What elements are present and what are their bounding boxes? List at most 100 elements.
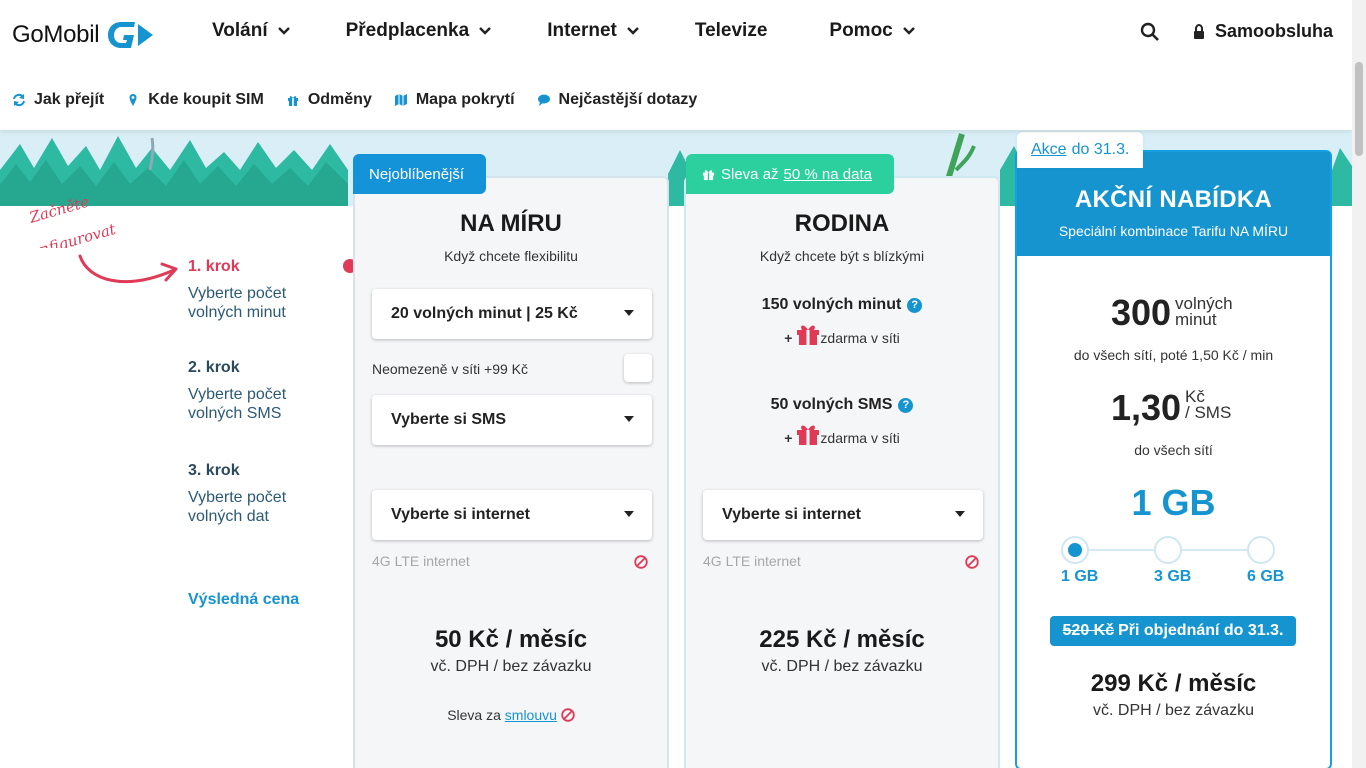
internet-select[interactable]: Vyberte si internet <box>703 490 983 540</box>
plan-card-na-miru: NA MÍRU Když chcete flexibilitu 20 volný… <box>353 176 669 768</box>
map-pin-icon <box>129 94 137 106</box>
subnav-label: Kde koupit SIM <box>148 91 264 108</box>
plus-sign: + <box>784 430 793 446</box>
old-price: 520 Kč <box>1062 622 1115 639</box>
page-scrollbar[interactable] <box>1352 0 1366 768</box>
promo-text: Při objednání do 31.3. <box>1118 622 1284 639</box>
nav-label: Internet <box>547 20 617 41</box>
plan-price: 225 Kč / měsíc <box>759 626 925 653</box>
step-3: 3. krok Vyberte počet volných dat <box>188 462 286 526</box>
subnav-item-jak-prejit[interactable]: Jak přejít <box>12 91 104 109</box>
price-vat-note: vč. DPH / bez závazku <box>1093 702 1254 719</box>
plan-price: 50 Kč / měsíc <box>434 626 588 653</box>
subnav-label: Jak přejít <box>34 91 105 108</box>
sms-price: 1,30 <box>1111 387 1182 428</box>
logo-mark-icon <box>108 22 154 48</box>
caret-down-icon <box>624 416 634 422</box>
unlimited-label: Neomezeně v síti +99 Kč <box>372 361 529 377</box>
step-desc: Vyberte počet volných SMS <box>188 385 286 423</box>
step-desc-line: volných SMS <box>188 405 282 422</box>
select-value: Vyberte si internet <box>722 506 862 523</box>
logo-text: GoMobil <box>12 21 100 48</box>
contract-label: Sleva za <box>447 707 501 723</box>
plan-card-rodina: RODINA Když chcete být s blízkými 150 vo… <box>684 176 1000 768</box>
minutes-select[interactable]: 20 volných minut | 25 Kč <box>372 289 652 339</box>
price-vat-note: vč. DPH / bez závazku <box>430 658 592 675</box>
select-value: Vyberte si internet <box>391 506 531 523</box>
plan-card-akcni-nabidka: AKČNÍ NABÍDKA Speciální kombinace Tarifu… <box>1015 150 1332 768</box>
tag-label: Sleva až <box>721 165 779 183</box>
refresh-icon <box>13 93 25 107</box>
gift-icon <box>287 96 298 106</box>
subnav-label: Odměny <box>307 91 372 108</box>
data-discount-link[interactable]: 50 % na data <box>784 166 872 183</box>
selfcare-label: Samoobsluha <box>1215 21 1334 41</box>
minutes-unit: volných minut <box>1175 295 1233 328</box>
select-value: Vyberte si SMS <box>391 411 507 428</box>
help-icon[interactable]: ? <box>907 297 923 313</box>
subnav-item-odmeny[interactable]: Odměny <box>286 91 372 109</box>
selfcare-link[interactable]: Samoobsluha <box>1193 21 1333 42</box>
unlimited-checkbox[interactable] <box>624 354 652 382</box>
contract-link[interactable]: smlouvu <box>505 707 557 723</box>
not-available-icon <box>965 555 979 569</box>
not-available-icon <box>634 555 648 569</box>
step-desc-line: Vyberte počet <box>188 285 287 302</box>
main-nav: Volání Předplacenka Internet Televize Po… <box>212 20 971 42</box>
subnav-label: Nejčastější dotazy <box>558 91 698 108</box>
step-desc-line: volných minut <box>188 304 286 321</box>
unit-line: / SMS <box>1185 403 1232 422</box>
internet-select[interactable]: Vyberte si internet <box>372 490 652 540</box>
plan-title: RODINA <box>794 210 890 237</box>
contract-discount: Sleva za smlouvu <box>355 707 667 723</box>
chevron-down-icon <box>277 27 290 35</box>
nav-item-predplacenka[interactable]: Předplacenka <box>346 20 492 42</box>
step-title: 1. krok <box>188 258 240 275</box>
data-option-3gb[interactable] <box>1154 536 1182 564</box>
step-title: 3. krok <box>188 462 240 479</box>
chevron-down-icon <box>479 27 492 35</box>
gift-icon <box>797 425 820 445</box>
nav-item-internet[interactable]: Internet <box>547 20 639 42</box>
subnav-label: Mapa pokrytí <box>415 91 515 108</box>
sms-select[interactable]: Vyberte si SMS <box>372 395 652 445</box>
minutes-note: do všech sítí, poté 1,50 Kč / min <box>1073 347 1274 363</box>
lte-label: 4G LTE internet <box>372 553 470 569</box>
configure-hint-label: Začněte konfigurovat <box>20 192 119 248</box>
chevron-down-icon <box>902 27 915 35</box>
sms-included: 50 volných SMS ? <box>686 396 998 414</box>
promo-badge: 520 Kč Při objednání do 31.3. <box>1050 616 1296 646</box>
most-popular-tag: Nejoblíbenější <box>353 154 486 194</box>
plan-title: NA MÍRU <box>460 210 562 237</box>
subnav-item-mapa-pokryti[interactable]: Mapa pokrytí <box>394 91 515 109</box>
caret-down-icon <box>624 511 634 517</box>
lock-icon <box>1194 23 1204 39</box>
free-in-network-minutes: + zdarma v síti <box>686 325 998 350</box>
logo[interactable]: GoMobil <box>12 18 155 52</box>
step-2: 2. krok Vyberte počet volných SMS <box>188 359 286 423</box>
sms-label: 50 volných SMS <box>770 396 893 413</box>
promo-link[interactable]: Akce <box>1031 141 1067 159</box>
price-vat-note: vč. DPH / bez závazku <box>761 658 923 675</box>
nav-item-pomoc[interactable]: Pomoc <box>829 20 915 42</box>
subnav-item-kde-koupit-sim[interactable]: Kde koupit SIM <box>126 91 264 109</box>
search-icon[interactable] <box>1140 22 1160 42</box>
map-icon <box>394 94 407 106</box>
nav-item-volani[interactable]: Volání <box>212 20 290 42</box>
step-1: 1. krok Vyberte počet volných minut <box>188 258 286 322</box>
nav-label: Volání <box>212 20 268 41</box>
data-option-1gb[interactable] <box>1061 536 1089 564</box>
tag-label: Nejoblíbenější <box>369 165 465 183</box>
discount-tag: Sleva až 50 % na data <box>686 154 894 194</box>
site-header: GoMobil Volání Předplacenka Internet Tel… <box>0 0 1352 130</box>
step-title: 2. krok <box>188 359 240 376</box>
data-option-label: 3 GB <box>1154 568 1192 585</box>
nav-item-televize[interactable]: Televize <box>695 20 768 42</box>
help-icon[interactable]: ? <box>898 397 914 413</box>
data-option-6gb[interactable] <box>1247 536 1275 564</box>
hint-arrow-icon <box>78 254 178 284</box>
not-available-icon <box>561 708 575 722</box>
chat-icon <box>537 94 550 106</box>
scrollbar-thumb[interactable] <box>1355 62 1363 156</box>
subnav-item-dotazy[interactable]: Nejčastější dotazy <box>537 91 698 109</box>
